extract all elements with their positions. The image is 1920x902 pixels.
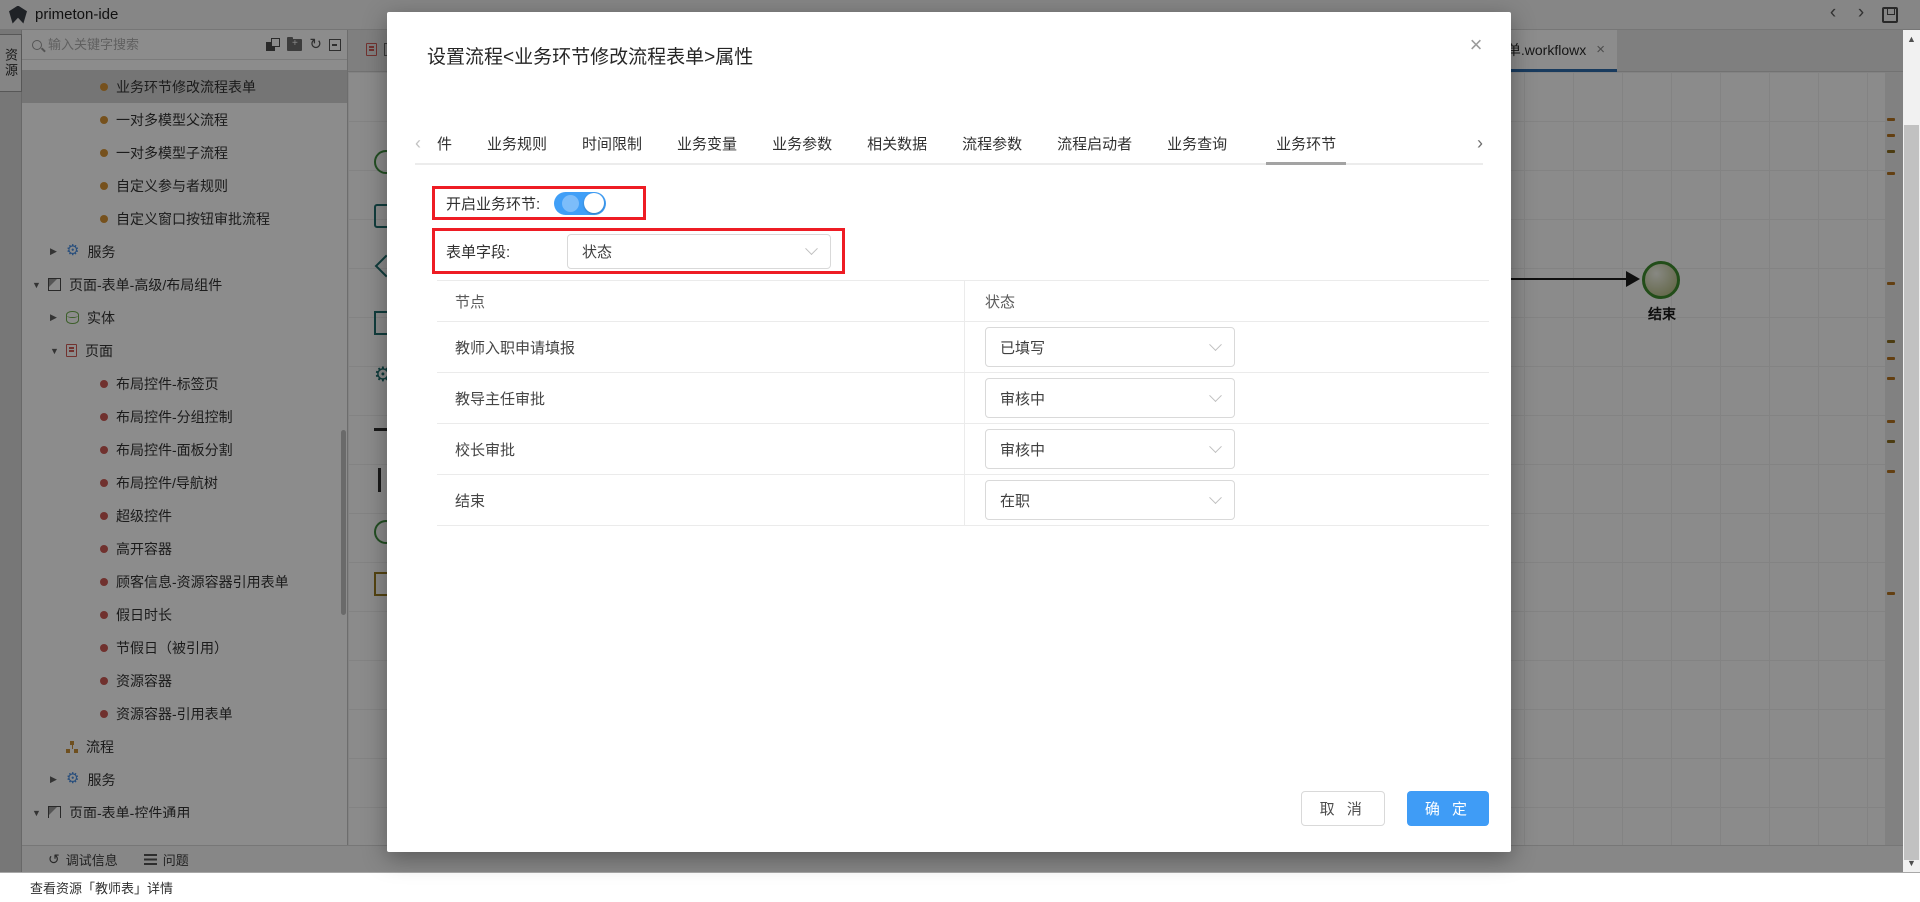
form-field-value: 状态 bbox=[582, 241, 612, 262]
table-row: 教师入职申请填报 已填写 bbox=[437, 322, 1489, 373]
status-select-value: 审核中 bbox=[1000, 439, 1045, 460]
table-row: 校长审批 审核中 bbox=[437, 424, 1489, 475]
annotation-box-field: 表单字段: 状态 bbox=[432, 228, 845, 274]
cell-status: 审核中 bbox=[965, 378, 1489, 418]
enable-business-stage-toggle[interactable] bbox=[554, 192, 606, 215]
annotation-box-toggle: 开启业务环节: bbox=[432, 186, 646, 220]
dialog-title: 设置流程<业务环节修改流程表单>属性 bbox=[427, 42, 753, 69]
status-select-value: 已填写 bbox=[1000, 337, 1045, 358]
window-scrollbar[interactable]: ▲ ▼ bbox=[1903, 30, 1920, 872]
scroll-down-icon[interactable]: ▼ bbox=[1903, 858, 1920, 868]
table-row: 结束 在职 bbox=[437, 475, 1489, 526]
dialog-tab-业务规则[interactable]: 业务规则 bbox=[485, 124, 549, 163]
scroll-up-icon[interactable]: ▲ bbox=[1903, 34, 1920, 44]
node-status-table: 节点 状态 教师入职申请填报已填写教导主任审批审核中校长审批审核中结束在职 bbox=[437, 280, 1489, 526]
cell-status: 已填写 bbox=[965, 327, 1489, 367]
status-select[interactable]: 审核中 bbox=[985, 429, 1235, 469]
chevron-down-icon bbox=[1209, 440, 1222, 453]
dialog-tab-bar: ‹ 件业务规则时间限制业务变量业务参数相关数据流程参数流程启动者业务查询 业务环节… bbox=[415, 124, 1483, 165]
cell-status: 在职 bbox=[965, 480, 1489, 520]
form-field-select[interactable]: 状态 bbox=[567, 234, 831, 269]
status-text: 查看资源「教师表」详情 bbox=[30, 878, 173, 897]
cell-node: 结束 bbox=[437, 475, 965, 525]
ok-button[interactable]: 确 定 bbox=[1407, 791, 1489, 826]
cell-node: 校长审批 bbox=[437, 424, 965, 474]
dialog-tab-流程参数[interactable]: 流程参数 bbox=[960, 124, 1024, 163]
col-header-node: 节点 bbox=[437, 281, 965, 321]
process-properties-dialog: 设置流程<业务环节修改流程表单>属性 × ‹ 件业务规则时间限制业务变量业务参数… bbox=[387, 12, 1511, 852]
dialog-tab-流程启动者[interactable]: 流程启动者 bbox=[1055, 124, 1134, 163]
cell-status: 审核中 bbox=[965, 429, 1489, 469]
form-field-label: 表单字段: bbox=[446, 241, 541, 262]
dialog-tab-业务查询[interactable]: 业务查询 bbox=[1165, 124, 1229, 163]
col-header-status: 状态 bbox=[965, 291, 1489, 312]
scrollbar-thumb[interactable] bbox=[1904, 125, 1919, 860]
status-select-value: 在职 bbox=[1000, 490, 1030, 511]
cancel-button[interactable]: 取 消 bbox=[1301, 791, 1385, 826]
tabs-scroll-right-icon[interactable]: › bbox=[1477, 133, 1483, 154]
table-row: 教导主任审批 审核中 bbox=[437, 373, 1489, 424]
dialog-tab-件[interactable]: 件 bbox=[435, 124, 454, 163]
status-bar: 查看资源「教师表」详情 bbox=[0, 872, 1920, 902]
dialog-tab-业务变量[interactable]: 业务变量 bbox=[675, 124, 739, 163]
chevron-down-icon bbox=[1209, 491, 1222, 504]
cell-node: 教师入职申请填报 bbox=[437, 322, 965, 372]
status-select-value: 审核中 bbox=[1000, 388, 1045, 409]
status-select[interactable]: 在职 bbox=[985, 480, 1235, 520]
dialog-tab-业务环节[interactable]: 业务环节 bbox=[1274, 124, 1338, 163]
dialog-tab-时间限制[interactable]: 时间限制 bbox=[580, 124, 644, 163]
chevron-down-icon bbox=[1209, 389, 1222, 402]
dialog-tab-相关数据[interactable]: 相关数据 bbox=[865, 124, 929, 163]
cell-node: 教导主任审批 bbox=[437, 373, 965, 423]
dialog-close-icon[interactable]: × bbox=[1463, 32, 1489, 58]
table-header-row: 节点 状态 bbox=[437, 280, 1489, 322]
dialog-footer: 取 消 确 定 bbox=[1301, 791, 1489, 826]
chevron-down-icon bbox=[805, 242, 818, 255]
tabs-scroll-left-icon[interactable]: ‹ bbox=[415, 133, 421, 154]
chevron-down-icon bbox=[1209, 338, 1222, 351]
enable-business-stage-label: 开启业务环节: bbox=[446, 193, 540, 214]
status-select[interactable]: 审核中 bbox=[985, 378, 1235, 418]
status-select[interactable]: 已填写 bbox=[985, 327, 1235, 367]
dialog-tab-业务参数[interactable]: 业务参数 bbox=[770, 124, 834, 163]
